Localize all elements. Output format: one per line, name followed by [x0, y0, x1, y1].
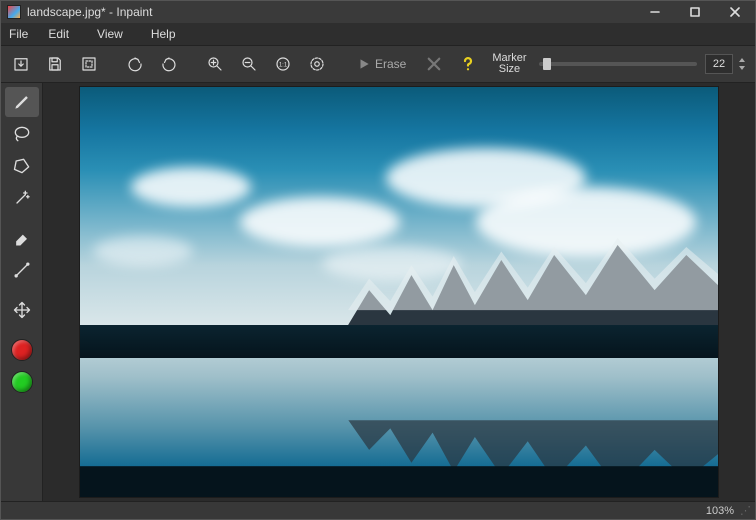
zoom-out-button[interactable] [233, 49, 265, 79]
save-button[interactable] [39, 49, 71, 79]
open-button[interactable] [5, 49, 37, 79]
x-icon [425, 55, 443, 73]
red-dot-icon [11, 339, 33, 361]
play-icon [357, 57, 371, 71]
selection-button[interactable] [73, 49, 105, 79]
menu-file[interactable]: File [3, 24, 38, 44]
close-button[interactable] [715, 1, 755, 23]
redo-button[interactable] [153, 49, 185, 79]
minimize-button[interactable] [635, 1, 675, 23]
undo-button[interactable] [119, 49, 151, 79]
move-tool-icon [12, 300, 32, 320]
canvas-area[interactable] [43, 83, 755, 501]
spinner-up[interactable] [737, 56, 747, 64]
lasso-tool-icon [12, 124, 32, 144]
menu-help[interactable]: Help [141, 24, 194, 44]
selection-icon [80, 55, 98, 73]
marker-tool-icon [12, 92, 32, 112]
image-canvas[interactable] [79, 86, 719, 498]
zoom-in-icon [206, 55, 224, 73]
app-icon [7, 5, 21, 19]
line-tool-icon [12, 260, 32, 280]
green-dot-icon [11, 371, 33, 393]
main-area [1, 83, 755, 501]
save-icon [46, 55, 64, 73]
zoom-fit-button[interactable] [301, 49, 333, 79]
maximize-button[interactable] [675, 1, 715, 23]
eraser-tool[interactable] [5, 223, 39, 253]
lasso-tool[interactable] [5, 119, 39, 149]
marker-size-spinner [737, 56, 747, 72]
green-mask-color[interactable] [5, 367, 39, 397]
zoom-out-icon [240, 55, 258, 73]
line-tool[interactable] [5, 255, 39, 285]
polygon-tool[interactable] [5, 151, 39, 181]
open-file-icon [12, 55, 30, 73]
red-mask-color[interactable] [5, 335, 39, 365]
zoom-in-button[interactable] [199, 49, 231, 79]
menu-edit[interactable]: Edit [38, 24, 87, 44]
menu-view[interactable]: View [87, 24, 141, 44]
eraser-tool-icon [12, 228, 32, 248]
redo-icon [160, 55, 178, 73]
polygon-tool-icon [12, 156, 32, 176]
titlebar: landscape.jpg* - Inpaint [1, 1, 755, 23]
svg-text:1:1: 1:1 [279, 62, 288, 68]
erase-label: Erase [375, 57, 406, 71]
statusbar: 103% ⋰ [1, 501, 755, 519]
zoom-level: 103% [706, 505, 734, 517]
question-icon [459, 55, 477, 73]
undo-icon [126, 55, 144, 73]
move-tool[interactable] [5, 295, 39, 325]
marker-tool[interactable] [5, 87, 39, 117]
tool-strip [1, 83, 43, 501]
menubar: File Edit View Help [1, 23, 755, 45]
window-title: landscape.jpg* - Inpaint [27, 5, 635, 19]
zoom-actual-button[interactable]: 1:1 [267, 49, 299, 79]
cancel-button[interactable] [418, 49, 450, 79]
marker-size-slider[interactable] [539, 62, 697, 66]
magic-wand-tool[interactable] [5, 183, 39, 213]
marker-size-label: Marker Size [492, 53, 526, 75]
erase-button[interactable]: Erase [347, 53, 416, 75]
resize-grip[interactable]: ⋰ [740, 504, 749, 517]
zoom-actual-icon: 1:1 [274, 55, 292, 73]
slider-thumb[interactable] [543, 58, 551, 70]
spinner-down[interactable] [737, 64, 747, 72]
magic-wand-icon [12, 188, 32, 208]
marker-size-value[interactable]: 22 [705, 54, 733, 74]
zoom-fit-icon [308, 55, 326, 73]
help-button[interactable] [452, 49, 484, 79]
toolbar: 1:1 Erase Marker Size 22 [1, 45, 755, 83]
